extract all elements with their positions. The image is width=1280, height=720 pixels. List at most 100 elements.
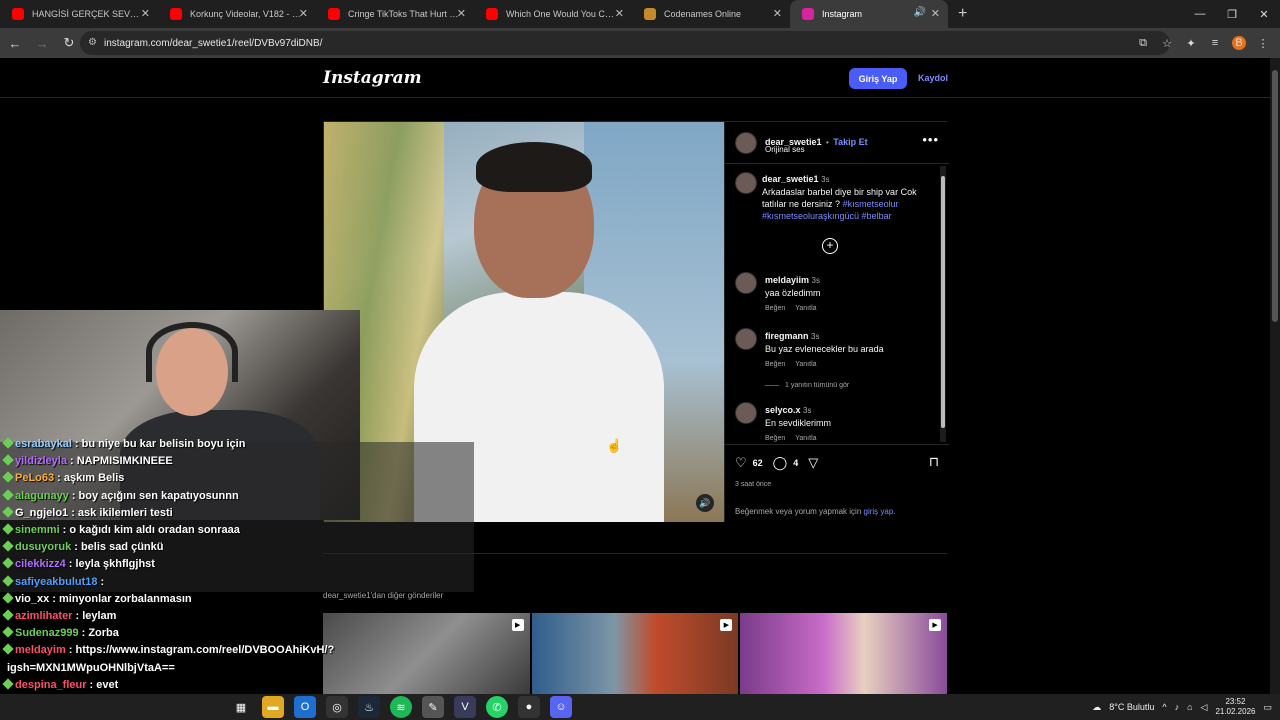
tab-close-icon[interactable]: ✕ (773, 7, 782, 20)
clock-time: 23:52 (1225, 697, 1246, 706)
chrome-icon[interactable]: ◎ (326, 696, 348, 718)
chat-badge-icon (2, 488, 14, 501)
comment-reply-link[interactable]: Yanıtla (795, 305, 816, 312)
tray-chevron-icon[interactable]: ^ (1162, 702, 1166, 712)
profile-avatar[interactable]: B (1232, 36, 1246, 50)
chat-username[interactable]: G_ngjelo1 (15, 507, 68, 519)
reload-icon[interactable]: ↻ (57, 35, 81, 51)
discord-icon[interactable]: ☺ (550, 696, 572, 718)
clock[interactable]: 23:52 21.02.2026 (1215, 697, 1255, 717)
steam-icon[interactable]: ♨ (358, 696, 380, 718)
signup-link[interactable]: Kaydol (918, 73, 948, 83)
media-control-icon[interactable]: ≡ (1208, 37, 1222, 49)
extensions-icon[interactable]: ✦ (1184, 37, 1198, 50)
chat-username[interactable]: sinemmi (15, 524, 60, 536)
chat-username[interactable]: PeLo63 (15, 472, 54, 484)
browser-tab[interactable]: Korkunç Videolar, V182 - YouTu ✕ (158, 0, 316, 28)
chat-username[interactable]: azimlihater (15, 610, 72, 622)
notepad-icon[interactable]: ✎ (422, 696, 444, 718)
notification-icon[interactable]: ▭ (1263, 702, 1272, 713)
share-icon[interactable]: ▽ (808, 455, 818, 471)
browser-tab[interactable]: HANGİSİ GERÇEK SEVGİLİ?? - B ✕ (0, 0, 158, 28)
chat-text: : minyonlar zorbalanmasın (52, 592, 192, 605)
like-heart-icon[interactable]: ♡ (735, 455, 747, 471)
chat-username[interactable]: alagunayy (15, 490, 69, 502)
comment-bubble-icon[interactable]: ◯ (773, 455, 788, 471)
page-scrollbar[interactable] (1270, 58, 1280, 694)
commenter-avatar[interactable] (735, 272, 757, 294)
tab-audio-icon[interactable]: 🔊 (914, 7, 926, 18)
commenter-avatar[interactable] (735, 402, 757, 424)
mouse-cursor-icon: ☝ (606, 438, 623, 453)
more-options-icon[interactable]: ••• (922, 132, 939, 147)
follow-link[interactable]: Takip Et (833, 137, 867, 147)
post-thumbnail[interactable]: ▶ (740, 613, 948, 694)
post-thumbnail[interactable]: ▶ (531, 613, 739, 694)
back-icon[interactable]: ← (3, 36, 27, 51)
weather-text[interactable]: 8°C Bulutlu (1109, 702, 1154, 712)
login-button[interactable]: Giriş Yap (849, 68, 907, 89)
comment-reply-link[interactable]: Yanıtla (795, 435, 816, 442)
commenter-avatar[interactable] (735, 328, 757, 350)
tab-close-icon[interactable]: ✕ (615, 7, 624, 20)
vscode-icon[interactable]: V (454, 696, 476, 718)
tab-close-icon[interactable]: ✕ (141, 7, 150, 20)
login-prompt-link[interactable]: giriş yap. (864, 507, 896, 516)
bookmark-star-icon[interactable]: ☆ (1160, 37, 1174, 50)
browser-tab[interactable]: Cringe TikToks That Hurt to Wa ✕ (316, 0, 474, 28)
volume-icon[interactable]: ◁ (1201, 702, 1208, 713)
chat-username[interactable]: yildizleyla (15, 455, 67, 467)
close-window-icon[interactable]: ✕ (1248, 0, 1280, 28)
caption-avatar[interactable] (735, 172, 757, 194)
new-tab-icon[interactable]: + (958, 5, 967, 23)
chat-username[interactable]: dusuyoruk (15, 541, 71, 553)
minimize-icon[interactable]: — (1184, 0, 1216, 28)
network-icon[interactable]: ⌂ (1187, 702, 1192, 712)
whatsapp-icon[interactable]: ✆ (486, 696, 508, 718)
chat-username[interactable]: Sudenaz999 (15, 627, 79, 639)
browser-tab[interactable]: Codenames Online ✕ (632, 0, 790, 28)
comment-like-link[interactable]: Beğen (765, 435, 785, 442)
mute-toggle-icon[interactable]: 🔊 (696, 494, 714, 512)
microphone-icon[interactable]: ♪ (1175, 702, 1180, 712)
url-field[interactable]: ⚙ instagram.com/dear_swetie1/reel/DVBv97… (80, 31, 1170, 55)
save-bookmark-icon[interactable]: ⊓ (929, 454, 939, 470)
forward-icon[interactable]: → (30, 36, 54, 51)
comment-like-link[interactable]: Beğen (765, 361, 785, 368)
chat-username[interactable]: esrabaykal (15, 438, 72, 450)
instagram-logo[interactable]: Instagram (323, 68, 422, 88)
chat-username[interactable]: safiyeakbulut18 (15, 576, 98, 588)
task-view-icon[interactable]: ▦ (230, 696, 252, 718)
chat-username[interactable]: vio_xx (15, 593, 49, 605)
spotify-icon[interactable]: ≋ (390, 696, 412, 718)
caption-username[interactable]: dear_swetie1 (762, 174, 819, 184)
site-info-icon[interactable]: ⚙ (88, 37, 97, 48)
menu-icon[interactable]: ⋮ (1256, 37, 1270, 50)
audio-label[interactable]: Orijinal ses (765, 145, 805, 154)
comment: firegmann 3s Bu yaz evlenecekler bu arad… (765, 330, 935, 368)
restore-icon[interactable]: ❐ (1216, 0, 1248, 28)
browser-tab[interactable]: Instagram 🔊 ✕ (790, 0, 948, 28)
tab-close-icon[interactable]: ✕ (457, 7, 466, 20)
view-replies-link[interactable]: 1 yanıtın tümünü gör (765, 382, 849, 389)
comment-like-link[interactable]: Beğen (765, 305, 785, 312)
comment-reply-link[interactable]: Yanıtla (795, 361, 816, 368)
install-app-icon[interactable]: ⧉ (1136, 37, 1150, 50)
chat-username[interactable]: cilekkizz4 (15, 558, 66, 570)
weather-icon[interactable]: ☁ (1092, 702, 1101, 713)
tab-close-icon[interactable]: ✕ (931, 7, 940, 20)
browser-tab[interactable]: Which One Would You Choose? ✕ (474, 0, 632, 28)
outlook-icon[interactable]: O (294, 696, 316, 718)
comment-username[interactable]: meldayiim (765, 275, 809, 285)
author-avatar[interactable] (735, 132, 757, 154)
headset-icon (146, 322, 238, 382)
comment-username[interactable]: firegmann (765, 331, 809, 341)
comment-username[interactable]: selyco.x (765, 405, 801, 415)
obs-icon[interactable]: ● (518, 696, 540, 718)
add-comment-icon[interactable]: + (822, 238, 838, 254)
comments-scrollbar[interactable] (940, 166, 946, 442)
tab-close-icon[interactable]: ✕ (299, 7, 308, 20)
file-explorer-icon[interactable]: ▬ (262, 696, 284, 718)
chat-username[interactable]: despina_fleur (15, 679, 87, 691)
chat-username[interactable]: meldayim (15, 644, 66, 656)
